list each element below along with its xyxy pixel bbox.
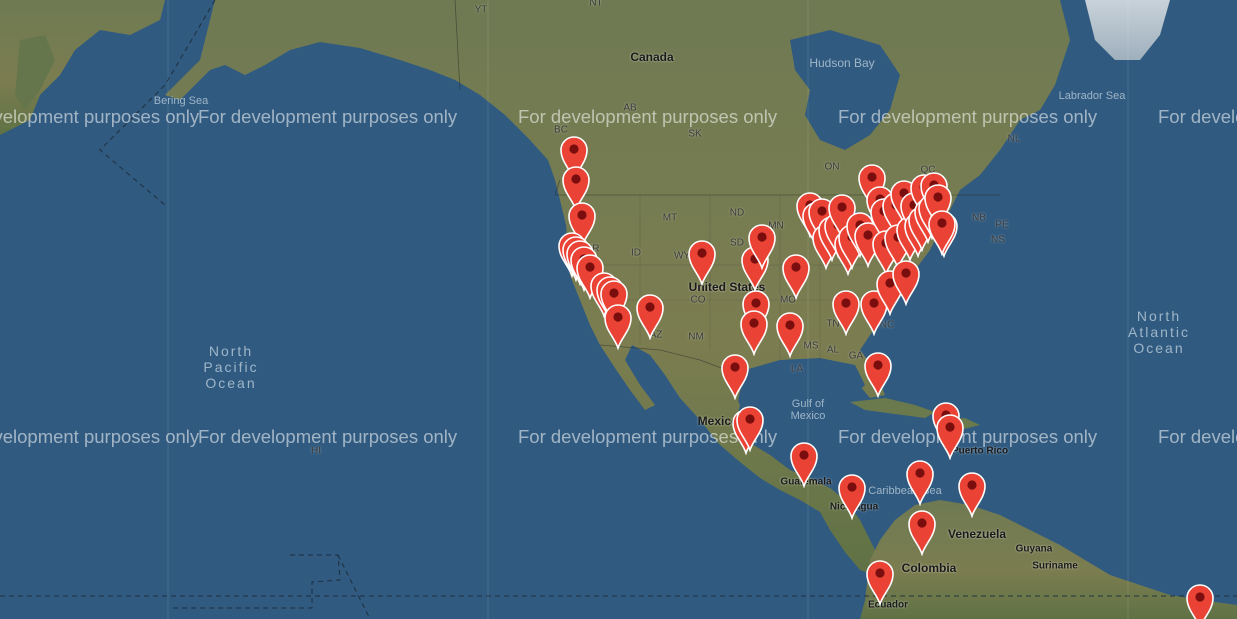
map-pin-icon[interactable] [905,506,939,556]
map-pin-icon[interactable] [737,306,771,356]
map-pin-icon[interactable] [861,348,895,398]
greenland-land [1085,0,1170,60]
map-pin-icon[interactable] [863,556,897,606]
map-pin-icon[interactable] [889,256,923,306]
map-pin-icon[interactable] [787,438,821,488]
map-pin-icon[interactable] [1183,580,1217,619]
map-pin-icon[interactable] [601,300,635,350]
map-pin-icon[interactable] [933,410,967,460]
map-pin-icon[interactable] [633,290,667,340]
map-pin-icon[interactable] [718,350,752,400]
map-canvas[interactable]: Canada United States Mexico Guatemala Ni… [0,0,1237,619]
map-pin-icon[interactable] [733,402,767,452]
map-pin-icon[interactable] [925,206,959,256]
map-pin-icon[interactable] [773,308,807,358]
map-pin-icon[interactable] [835,470,869,520]
cuba-land [850,398,935,418]
map-pin-icon[interactable] [779,250,813,300]
map-pin-icon[interactable] [955,468,989,518]
map-pin-icon[interactable] [903,456,937,506]
map-pin-icon[interactable] [685,236,719,286]
map-pin-icon[interactable] [745,220,779,270]
